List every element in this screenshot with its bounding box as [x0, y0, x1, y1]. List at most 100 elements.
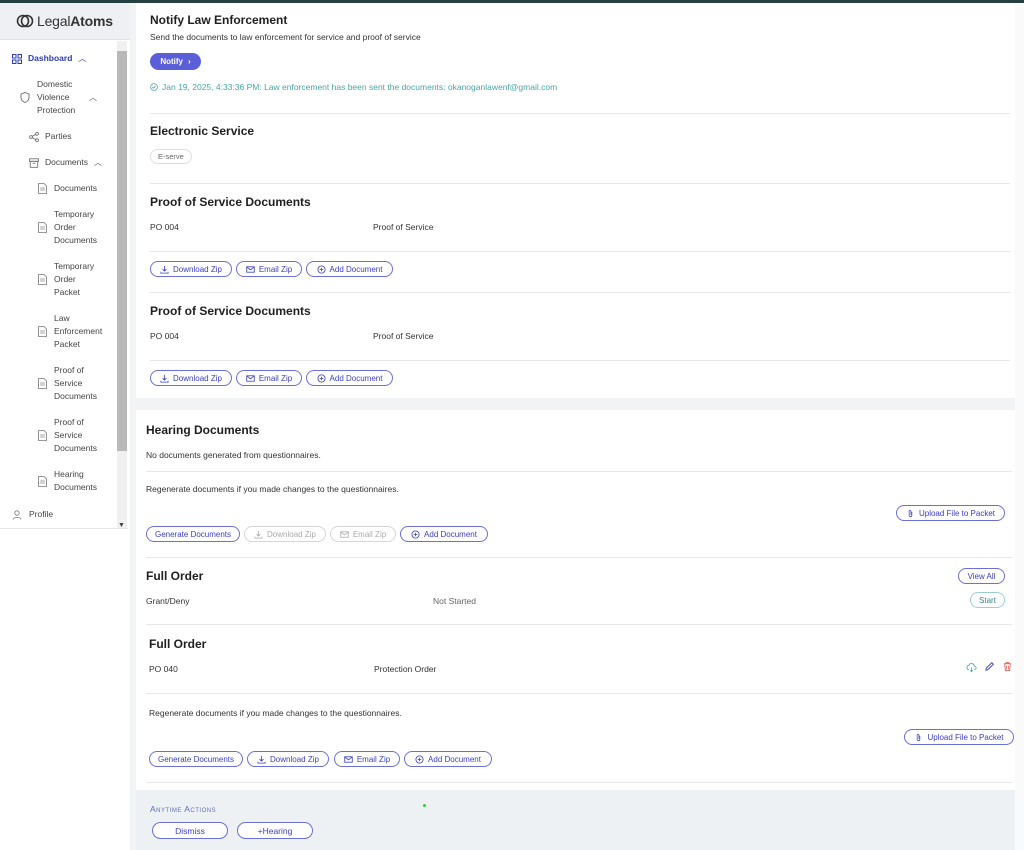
divider: [146, 557, 1012, 558]
full-order-generate-documents-button[interactable]: Generate Documents: [149, 751, 243, 767]
full-order-upload-file-button[interactable]: Upload File to Packet: [904, 729, 1014, 745]
button-label: Dismiss: [175, 825, 205, 836]
sidebar-item-law-enforcement-packet[interactable]: Law Enforcement Packet: [38, 312, 106, 351]
full-order-email-zip-button[interactable]: Email Zip: [334, 751, 400, 767]
notify-title: Notify Law Enforcement: [150, 13, 288, 27]
button-label: +Hearing: [257, 825, 293, 836]
logo[interactable]: LegalAtoms: [0, 3, 130, 40]
pos2-add-document-button[interactable]: Add Document: [306, 370, 393, 386]
sidebar-item-label: Documents: [45, 157, 88, 167]
document-icon: [38, 274, 47, 285]
anytime-actions: Anytime Actions Dismiss +Hearing: [136, 790, 1024, 850]
archive-icon: [29, 157, 39, 168]
pos1-email-zip-button[interactable]: Email Zip: [236, 261, 302, 277]
sidebar-item-hearing-documents[interactable]: Hearing Documents: [38, 468, 102, 494]
button-label: Upload File to Packet: [927, 732, 1004, 742]
view-all-button[interactable]: View All: [958, 568, 1005, 584]
sidebar-item-proof-of-service-1[interactable]: Proof of Service Documents: [38, 364, 102, 403]
sidebar-item-temporary-order-packet[interactable]: Temporary Order Packet: [38, 260, 102, 299]
button-label: Generate Documents: [157, 754, 235, 764]
pos1-doc-name: Proof of Service: [373, 222, 434, 232]
sidebar: LegalAtoms Dashboard ︿ Domestic Violence…: [0, 3, 130, 850]
pos1-doc-code: PO 004: [150, 222, 179, 232]
hearing-generate-documents-button[interactable]: Generate Documents: [146, 526, 240, 542]
sidebar-scrollbar[interactable]: ▼: [117, 41, 127, 529]
sidebar-item-label: Dashboard: [28, 53, 73, 63]
chevron-up-icon: ︿: [89, 93, 97, 102]
button-label: Upload File to Packet: [918, 508, 996, 518]
pos1-title: Proof of Service Documents: [150, 195, 311, 209]
download-icon: [160, 374, 169, 383]
scrollbar-thumb[interactable]: [117, 51, 127, 451]
hearing-download-zip-button[interactable]: Download Zip: [244, 526, 326, 542]
plus-circle-icon: [317, 373, 326, 383]
dismiss-button[interactable]: Dismiss: [152, 822, 228, 839]
button-label: Email Zip: [352, 529, 387, 539]
add-hearing-button[interactable]: +Hearing: [237, 822, 313, 839]
start-button[interactable]: Start: [970, 592, 1005, 608]
divider: [146, 782, 1012, 783]
sidebar-item-dvp[interactable]: Domestic Violence Protection ︿: [20, 78, 110, 117]
button-label: Generate Documents: [154, 529, 232, 539]
hearing-title: Hearing Documents: [146, 423, 260, 437]
sidebar-item-parties[interactable]: Parties: [29, 130, 71, 143]
document-icon: [38, 430, 47, 441]
download-icon: [254, 530, 263, 539]
full-order-add-document-button[interactable]: Add Document: [404, 751, 492, 767]
sidebar-divider: [0, 528, 128, 529]
button-label: Add Document: [428, 754, 481, 764]
document-icon: [38, 475, 47, 487]
user-icon: [12, 509, 22, 520]
hearing-regen-text: Regenerate documents if you made changes…: [146, 484, 399, 494]
notify-status: Jan 19, 2025, 4:33:36 PM: Law enforcemen…: [150, 82, 557, 92]
sidebar-item-label: Hearing Documents: [54, 469, 97, 492]
eserve-tag[interactable]: E-serve: [150, 149, 192, 164]
hearing-email-zip-button[interactable]: Email Zip: [330, 526, 396, 542]
sidebar-item-label: Proof of Service Documents: [54, 365, 97, 401]
sidebar-item-documents[interactable]: Documents: [38, 182, 97, 195]
cloud-download-icon[interactable]: [966, 662, 977, 673]
full-order-download-zip-button[interactable]: Download Zip: [247, 751, 329, 767]
divider: [150, 113, 1010, 114]
pos1-add-document-button[interactable]: Add Document: [306, 261, 393, 277]
full-order-item-status: Not Started: [433, 596, 476, 606]
check-circle-icon: [150, 83, 158, 91]
sidebar-item-label: Documents: [54, 183, 97, 193]
button-label: Add Document: [424, 529, 477, 539]
hearing-empty-text: No documents generated from questionnair…: [146, 450, 321, 460]
sidebar-item-dashboard[interactable]: Dashboard ︿: [12, 52, 86, 65]
main-content: Notify Law Enforcement Send the document…: [136, 3, 1024, 850]
logo-icon: [16, 12, 34, 30]
pos1-download-zip-button[interactable]: Download Zip: [150, 261, 232, 277]
trash-icon[interactable]: [1002, 661, 1013, 672]
sidebar-item-temporary-order-documents[interactable]: Temporary Order Documents: [38, 208, 102, 247]
page-scrollbar[interactable]: [1015, 3, 1024, 850]
pos2-download-zip-button[interactable]: Download Zip: [150, 370, 232, 386]
notify-button[interactable]: Notify ›: [150, 53, 201, 70]
chevron-up-icon: ︿: [94, 158, 102, 167]
button-label: Start: [979, 595, 996, 605]
hearing-upload-file-button[interactable]: Upload File to Packet: [896, 505, 1005, 521]
notify-button-label: Notify: [160, 57, 183, 66]
download-icon: [257, 755, 266, 764]
sidebar-item-proof-of-service-2[interactable]: Proof of Service Documents: [38, 416, 102, 455]
pencil-icon[interactable]: [984, 661, 995, 672]
notify-status-text: Jan 19, 2025, 4:33:36 PM: Law enforcemen…: [162, 82, 558, 92]
divider: [150, 183, 1010, 184]
plus-circle-icon: [415, 754, 424, 764]
pos2-email-zip-button[interactable]: Email Zip: [236, 370, 302, 386]
share-icon: [29, 131, 39, 142]
pos2-doc-name: Proof of Service: [373, 331, 434, 341]
hearing-add-document-button[interactable]: Add Document: [400, 526, 488, 542]
sidebar-item-label: Profile: [29, 509, 54, 519]
sidebar-item-profile[interactable]: Profile: [12, 508, 53, 521]
full-order-doc-code: PO 040: [149, 664, 178, 674]
sidebar-item-documents-group[interactable]: Documents ︿: [29, 156, 102, 169]
mail-icon: [246, 265, 255, 273]
document-icon: [38, 222, 47, 233]
paperclip-icon: [917, 733, 921, 741]
chevron-up-icon: ︿: [78, 54, 87, 63]
button-label: Download Zip: [173, 264, 222, 274]
button-label: Download Zip: [173, 373, 222, 383]
divider: [146, 624, 1012, 625]
